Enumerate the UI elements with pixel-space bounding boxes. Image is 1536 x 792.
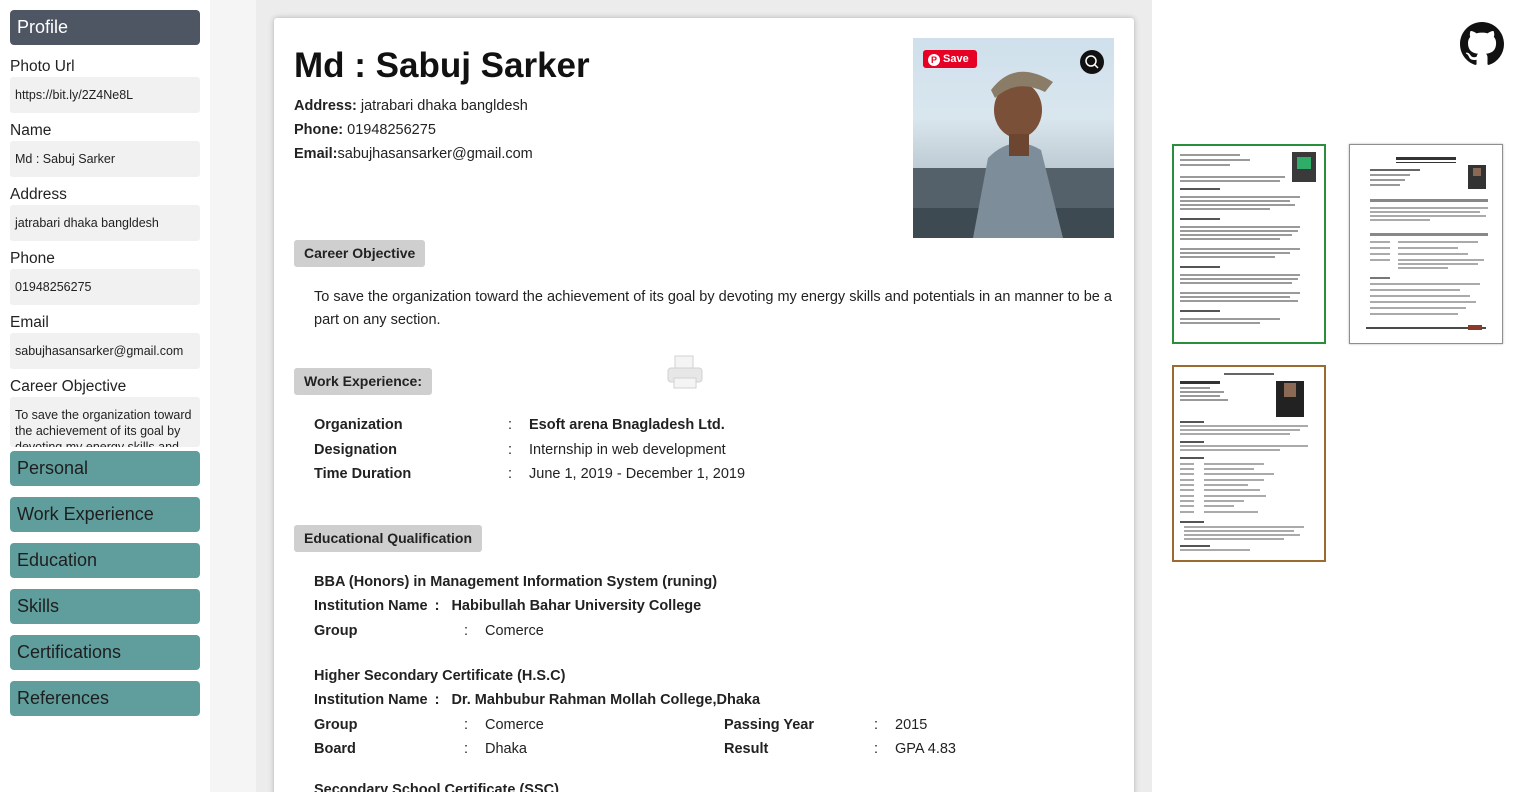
template-1-preview: [1180, 152, 1316, 324]
career-objective-heading: Career Objective: [294, 240, 426, 267]
name-input[interactable]: Md : Sabuj Sarker: [10, 141, 200, 177]
organization-label: Organization: [314, 417, 403, 433]
address-label: Address: [10, 186, 67, 203]
photo-url-input[interactable]: https://bit.ly/2Z4Ne8L: [10, 77, 200, 113]
edu-2-institution-value: Dr. Mahbubur Rahman Mollah College,Dhaka: [451, 692, 761, 708]
edu-1-institution-label: Institution Name: [314, 598, 428, 614]
template-3-preview: [1180, 373, 1308, 551]
edu-2-group-value: Comerce: [485, 717, 544, 733]
edu-1-degree: BBA (Honors) in Management Information S…: [314, 574, 718, 590]
edu-2-year-sep: :: [874, 717, 879, 733]
email-label: Email: [10, 314, 49, 331]
edu-1-institution-sep: :: [434, 598, 440, 614]
address-key: Address:: [294, 98, 357, 114]
profile-photo: P Save: [913, 38, 1114, 238]
work-experience-heading: Work Experience:: [294, 368, 433, 395]
designation-sep: :: [508, 442, 513, 458]
edu-2-result-label: Result: [724, 741, 769, 757]
personal-section-header[interactable]: Personal: [10, 451, 200, 486]
designation-label: Designation: [314, 442, 397, 458]
template-2-preview: [1366, 157, 1488, 330]
profile-section-header[interactable]: Profile: [10, 10, 200, 45]
phone-label: Phone: [10, 250, 55, 267]
edu-2-board-value: Dhaka: [485, 741, 527, 757]
print-icon[interactable]: [666, 354, 704, 397]
education-section-header[interactable]: Education: [10, 543, 200, 578]
edu-2-year-value: 2015: [895, 717, 928, 733]
edu-1-group-label: Group: [314, 623, 358, 639]
name-label: Name: [10, 122, 52, 139]
edu-2-institution-sep: :: [434, 692, 440, 708]
time-duration-sep: :: [508, 466, 513, 482]
sidebar-gap: [210, 0, 256, 792]
time-duration-label: Time Duration: [314, 466, 412, 482]
edu-2-institution-label: Institution Name: [314, 692, 428, 708]
template-thumbnail-3[interactable]: [1172, 365, 1326, 562]
edu-2-group-sep: :: [464, 717, 469, 733]
pinterest-save-button[interactable]: P Save: [923, 50, 977, 68]
career-objective-text: To save the organization toward the achi…: [314, 289, 1112, 328]
template-panel: [1152, 0, 1536, 792]
pinterest-save-icon: P: [928, 54, 940, 66]
template-thumbnail-2[interactable]: [1349, 144, 1503, 344]
phone-key: Phone:: [294, 122, 344, 138]
lens-icon[interactable]: [1080, 50, 1104, 74]
career-objective-textarea[interactable]: To save the organization toward the achi…: [10, 397, 200, 447]
time-duration-value: June 1, 2019 - December 1, 2019: [529, 466, 746, 482]
edu-2-year-label: Passing Year: [724, 717, 815, 733]
photo-url-label: Photo Url: [10, 58, 75, 75]
print-icon-glyph: [667, 355, 703, 389]
resume-phone: Phone: 01948256275: [294, 122, 436, 138]
references-section-header[interactable]: References: [10, 681, 200, 716]
edu-2-group-label: Group: [314, 717, 358, 733]
certifications-section-header[interactable]: Certifications: [10, 635, 200, 670]
resume-name: Md : Sabuj Sarker: [294, 46, 590, 85]
work-experience-section-header[interactable]: Work Experience: [10, 497, 200, 532]
designation-value: Internship in web development: [529, 442, 726, 458]
edu-2-board-sep: :: [464, 741, 469, 757]
edu-1-institution: Institution Name: Habibullah Bahar Univer…: [314, 598, 701, 614]
skills-section-header[interactable]: Skills: [10, 589, 200, 624]
education-heading: Educational Qualification: [294, 525, 483, 552]
edu-1-group-value: Comerce: [485, 623, 544, 639]
email-value: sabujhasansarker@gmail.com: [337, 146, 533, 162]
career-objective-label: Career Objective: [10, 378, 127, 395]
email-key: Email:: [294, 146, 338, 162]
organization-value: Esoft arena Bnagladesh Ltd.: [529, 417, 725, 433]
organization-sep: :: [508, 417, 513, 433]
edu-1-group-sep: :: [464, 623, 469, 639]
email-input[interactable]: sabujhasansarker@gmail.com: [10, 333, 200, 369]
edu-3-degree: Secondary School Certificate (SSC): [314, 782, 559, 792]
github-icon[interactable]: [1460, 22, 1504, 71]
resume-email: Email:sabujhasansarker@gmail.com: [294, 146, 533, 162]
sidebar: Profile Photo Url https://bit.ly/2Z4Ne8L…: [0, 0, 210, 792]
lens-icon-glyph: [1085, 55, 1099, 69]
phone-value: 01948256275: [347, 122, 436, 138]
edu-1-institution-value: Habibullah Bahar University College: [451, 598, 702, 614]
github-icon-glyph: [1460, 22, 1504, 65]
resume-preview-area: Md : Sabuj Sarker Address: jatrabari dha…: [256, 0, 1152, 792]
edu-2-degree: Higher Secondary Certificate (H.S.C): [314, 668, 566, 684]
address-input[interactable]: jatrabari dhaka bangldesh: [10, 205, 200, 241]
resume-address: Address: jatrabari dhaka bangldesh: [294, 98, 528, 114]
edu-2-result-value: GPA 4.83: [895, 741, 956, 757]
address-value: jatrabari dhaka bangldesh: [360, 98, 528, 114]
profile-form: Photo Url https://bit.ly/2Z4Ne8L Name Md…: [10, 55, 200, 451]
edu-2-result-sep: :: [874, 741, 879, 757]
resume-paper: Md : Sabuj Sarker Address: jatrabari dha…: [274, 18, 1134, 792]
template-thumbnail-1[interactable]: [1172, 144, 1326, 344]
edu-2-institution: Institution Name: Dr. Mahbubur Rahman Mol…: [314, 692, 760, 708]
edu-2-board-label: Board: [314, 741, 356, 757]
phone-input[interactable]: 01948256275: [10, 269, 200, 305]
pinterest-save-label: Save: [943, 53, 969, 65]
